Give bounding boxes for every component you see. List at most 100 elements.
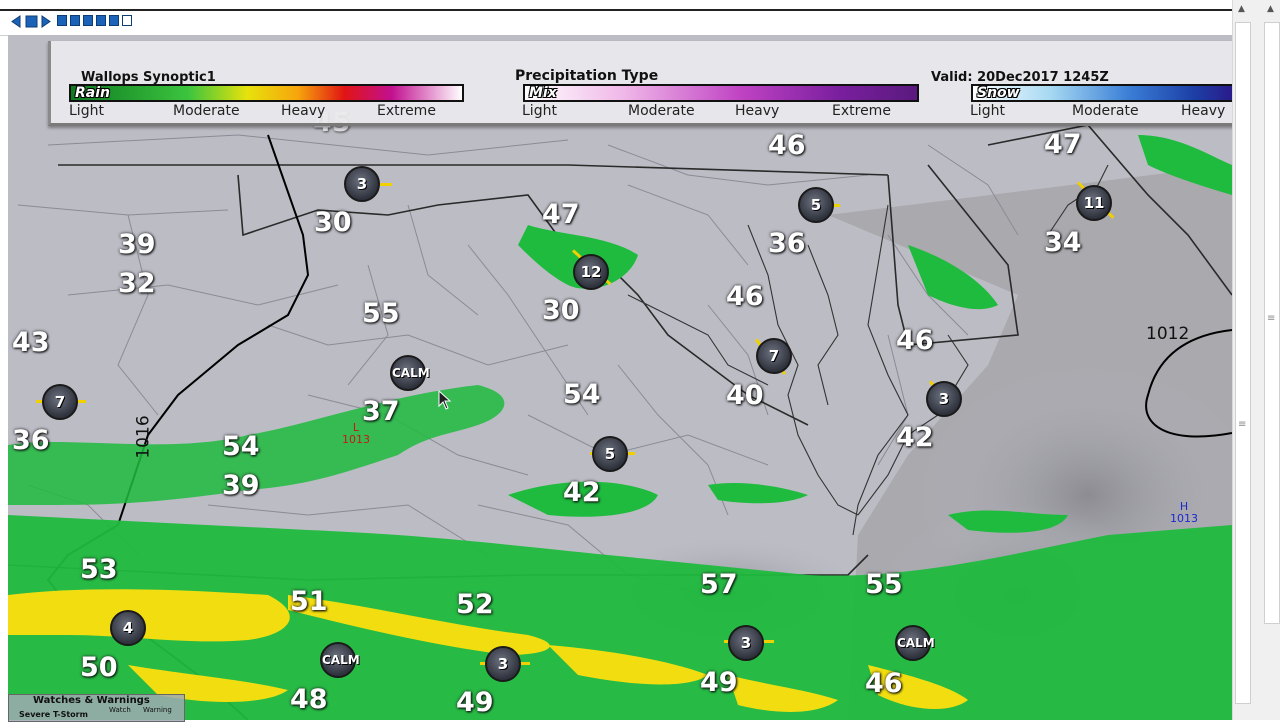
temperature-label: 55 — [362, 298, 400, 329]
wind-speed: 11 — [1083, 194, 1105, 212]
watches-item: Severe T-Storm — [19, 710, 88, 719]
wind-speed: CALM — [392, 366, 430, 380]
scroll-grip-icon[interactable]: ≡ — [1267, 313, 1275, 324]
temperature-label: 34 — [1044, 227, 1082, 258]
frame-button[interactable] — [109, 15, 119, 26]
frame-button[interactable] — [57, 15, 67, 26]
square-icon[interactable] — [25, 15, 38, 28]
temperature-label: 46 — [896, 325, 934, 356]
weather-map[interactable]: 1012 1016 H 1013 L 1013 45 46 47 47 30 3… — [8, 35, 1232, 720]
site-title: Wallops Synoptic1 — [81, 70, 216, 85]
precip-legend: Wallops Synoptic1 Precipitation Type Val… — [48, 41, 1235, 126]
temperature-label: 54 — [222, 431, 260, 462]
temperature-label: 46 — [768, 130, 806, 161]
rain-level: Moderate — [173, 103, 240, 119]
toolbar-divider — [0, 9, 1232, 11]
temperature-label: 43 — [12, 327, 50, 358]
temperature-label: 39 — [118, 229, 156, 260]
wind-station[interactable]: 12 — [573, 254, 609, 290]
wind-station[interactable]: 4 — [110, 610, 146, 646]
scroll-up-arrow-icon[interactable]: ▲ — [1267, 4, 1274, 14]
legend-title: Precipitation Type — [515, 68, 659, 84]
wind-speed: CALM — [322, 653, 360, 667]
wind-station[interactable]: 3 — [926, 381, 962, 417]
temperature-label: 49 — [700, 667, 738, 698]
temperature-label: 50 — [80, 652, 118, 683]
triangle-right-icon[interactable] — [40, 15, 52, 28]
mouse-pointer-icon — [438, 389, 452, 414]
temperature-label: 40 — [726, 380, 764, 411]
watches-title: Watches & Warnings — [33, 695, 150, 706]
wind-station[interactable]: CALM — [895, 625, 935, 661]
scrollbar-area: ▲ ≡ ▲ ≡ — [1232, 0, 1280, 720]
rain-label: Rain — [75, 85, 110, 101]
wind-speed: 3 — [356, 175, 368, 193]
temperature-label: 36 — [768, 228, 806, 259]
mix-label: Mix — [529, 85, 557, 101]
temperature-label: 57 — [700, 569, 738, 600]
animation-toolbar — [0, 0, 1232, 36]
temperature-label: 42 — [896, 422, 934, 453]
wind-station[interactable]: 11 — [1076, 185, 1112, 221]
wind-station[interactable]: CALM — [390, 355, 430, 391]
mix-scale-bar: Mix — [523, 84, 919, 102]
temperature-label: 55 — [865, 569, 903, 600]
temperature-label: 30 — [542, 295, 580, 326]
temperature-label: 49 — [456, 687, 494, 718]
wind-station[interactable]: 3 — [485, 646, 521, 682]
wind-speed: 4 — [122, 619, 134, 637]
snow-label: Snow — [977, 85, 1020, 101]
frame-button[interactable] — [70, 15, 80, 26]
triangle-left-icon[interactable] — [10, 15, 22, 28]
snow-level: Moderate — [1072, 103, 1139, 119]
app-window: 1012 1016 H 1013 L 1013 45 46 47 47 30 3… — [0, 0, 1280, 722]
wind-station[interactable]: 7 — [42, 384, 78, 420]
frame-button[interactable] — [96, 15, 106, 26]
temperature-label: 48 — [290, 684, 328, 715]
wind-station[interactable]: 7 — [756, 338, 792, 374]
temperature-label: 30 — [314, 207, 352, 238]
scroll-up-arrow-icon[interactable]: ▲ — [1238, 4, 1245, 14]
snow-scale-bar: Snow — [971, 84, 1235, 102]
frame-button[interactable] — [122, 15, 132, 26]
temperature-label: 42 — [563, 477, 601, 508]
high-pressure-value: 1013 — [1170, 512, 1198, 525]
watches-warnings-legend: Watches & Warnings Severe T-Storm Watch … — [8, 694, 185, 722]
temperature-label: 46 — [726, 281, 764, 312]
wind-speed: 5 — [604, 445, 616, 463]
wind-station[interactable]: 5 — [798, 187, 834, 223]
wind-speed: 7 — [54, 393, 66, 411]
temperature-label: 32 — [118, 268, 156, 299]
inner-scrollbar-track[interactable]: ≡ — [1235, 22, 1251, 704]
wind-station[interactable]: 3 — [344, 166, 380, 202]
wind-station[interactable]: 5 — [592, 436, 628, 472]
snow-level: Light — [970, 103, 1005, 119]
valid-time: Valid: 20Dec2017 1245Z — [931, 70, 1109, 85]
wind-speed: 3 — [740, 634, 752, 652]
low-pressure-value: 1013 — [342, 433, 370, 446]
wind-speed: 3 — [938, 390, 950, 408]
mix-level: Extreme — [832, 103, 891, 119]
high-pressure-marker: H 1013 — [1170, 501, 1198, 525]
temperature-label: 36 — [12, 425, 50, 456]
isobar-label: 1012 — [1146, 324, 1190, 344]
wind-speed: 7 — [768, 347, 780, 365]
wind-speed: 12 — [580, 263, 602, 281]
watch-column: Watch — [109, 706, 131, 714]
mix-level: Heavy — [735, 103, 780, 119]
wind-speed: 5 — [810, 196, 822, 214]
warning-column: Warning — [143, 706, 172, 714]
rain-level: Light — [69, 103, 104, 119]
mix-level: Light — [522, 103, 557, 119]
temperature-label: 39 — [222, 470, 260, 501]
temperature-label: 37 — [362, 396, 400, 427]
isobar-label: 1016 — [133, 415, 154, 459]
wind-station[interactable]: CALM — [320, 642, 360, 678]
temperature-label: 46 — [865, 668, 903, 699]
frame-button[interactable] — [83, 15, 93, 26]
outer-scrollbar-track[interactable]: ≡ — [1264, 22, 1280, 624]
temperature-label: 53 — [80, 554, 118, 585]
wind-station[interactable]: 3 — [728, 625, 764, 661]
scroll-grip-icon[interactable]: ≡ — [1238, 419, 1246, 430]
mix-level: Moderate — [628, 103, 695, 119]
